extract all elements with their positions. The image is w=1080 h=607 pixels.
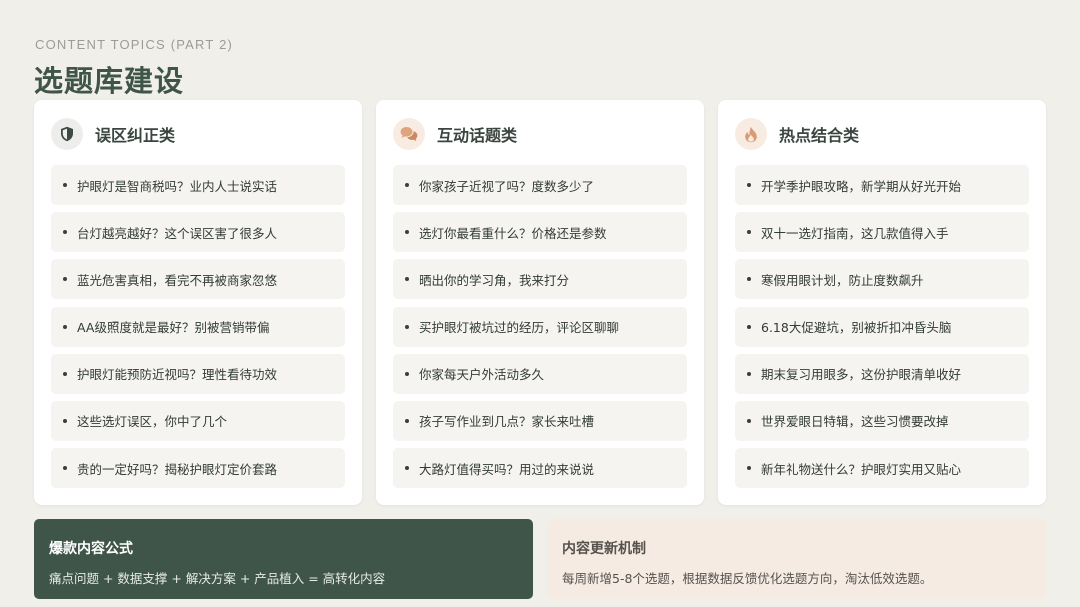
card-title: 误区纠正类 (95, 126, 176, 145)
bullet-icon (747, 324, 751, 329)
bullet-icon (405, 230, 409, 235)
list-item[interactable]: 买护眼灯被坑过的经历，评论区聊聊 (393, 306, 687, 347)
slide: CONTENT TOPICS (PART 2) 选题库建设 误区纠正类 护眼灯是… (0, 0, 1080, 607)
bullet-icon (747, 466, 751, 471)
formula-title: 爆款内容公式 (49, 541, 133, 557)
bullet-icon (747, 230, 751, 235)
bullet-icon (63, 418, 67, 423)
topic-card-interactive: 互动话题类 你家孩子近视了吗？度数多少了 选灯你最看重什么？价格还是参数 晒出你… (376, 100, 704, 505)
list-item[interactable]: 世界爱眼日特辑，这些习惯要改掉 (735, 400, 1029, 441)
list-item[interactable]: 寒假用眼计划，防止度数飙升 (735, 259, 1029, 300)
bullet-icon (405, 418, 409, 423)
bullet-icon (405, 183, 409, 187)
flame-icon (735, 118, 767, 150)
item-label: 双十一选灯指南，这几款值得入手 (761, 225, 949, 241)
shield-icon (51, 118, 83, 150)
bullet-icon (747, 371, 751, 376)
formula-panel: 爆款内容公式 痛点问题 + 数据支撑 + 解决方案 + 产品植入 = 高转化内容 (34, 519, 533, 599)
topic-list: 开学季护眼攻略，新学期从好光开始 双十一选灯指南，这几款值得入手 寒假用眼计划，… (735, 165, 1029, 495)
page-title: 选题库建设 (34, 64, 185, 98)
bullet-icon (747, 183, 751, 187)
card-header: 互动话题类 (393, 118, 517, 150)
item-label: AA级照度就是最好？别被营销带偏 (77, 320, 270, 336)
list-item[interactable]: 新年礼物送什么？护眼灯实用又贴心 (735, 448, 1029, 489)
item-label: 你家每天户外活动多久 (419, 367, 545, 383)
list-item[interactable]: 护眼灯能预防近视吗？理性看待功效 (51, 353, 345, 394)
card-title: 热点结合类 (779, 126, 860, 145)
bullet-icon (63, 230, 67, 235)
list-item[interactable]: 晒出你的学习角，我来打分 (393, 259, 687, 300)
update-text: 每周新增5-8个选题，根据数据反馈优化选题方向，淘汰低效选题。 (562, 571, 933, 586)
item-label: 大路灯值得买吗？用过的来说说 (419, 461, 595, 477)
page-subtitle: CONTENT TOPICS (PART 2) (35, 37, 234, 52)
bullet-icon (63, 371, 67, 376)
chat-bubbles-icon (393, 118, 425, 150)
list-item[interactable]: 台灯越亮越好？这个误区害了很多人 (51, 212, 345, 253)
list-item[interactable]: 双十一选灯指南，这几款值得入手 (735, 212, 1029, 253)
list-item[interactable]: 孩子写作业到几点？家长来吐槽 (393, 400, 687, 441)
bullet-icon (405, 324, 409, 329)
item-label: 期末复习用眼多，这份护眼清单收好 (761, 367, 962, 383)
item-label: 你家孩子近视了吗？度数多少了 (419, 178, 595, 194)
item-label: 蓝光危害真相，看完不再被商家忽悠 (77, 272, 278, 288)
item-label: 护眼灯能预防近视吗？理性看待功效 (77, 367, 278, 383)
list-item[interactable]: AA级照度就是最好？别被营销带偏 (51, 306, 345, 347)
item-label: 新年礼物送什么？护眼灯实用又贴心 (761, 461, 962, 477)
list-item[interactable]: 护眼灯是智商税吗？业内人士说实话 (51, 165, 345, 205)
bullet-icon (63, 466, 67, 471)
item-label: 孩子写作业到几点？家长来吐槽 (419, 414, 595, 430)
item-label: 贵的一定好吗？揭秘护眼灯定价套路 (77, 461, 278, 477)
list-item[interactable]: 你家每天户外活动多久 (393, 353, 687, 394)
formula-text: 痛点问题 + 数据支撑 + 解决方案 + 产品植入 = 高转化内容 (49, 571, 386, 586)
item-label: 世界爱眼日特辑，这些习惯要改掉 (761, 414, 949, 430)
bullet-icon (747, 277, 751, 282)
item-label: 开学季护眼攻略，新学期从好光开始 (761, 178, 962, 194)
bullet-icon (63, 183, 67, 187)
bullet-icon (405, 277, 409, 282)
list-item[interactable]: 蓝光危害真相，看完不再被商家忽悠 (51, 259, 345, 300)
list-item[interactable]: 期末复习用眼多，这份护眼清单收好 (735, 353, 1029, 394)
card-title: 互动话题类 (437, 126, 518, 145)
card-header: 误区纠正类 (51, 118, 175, 150)
bullet-icon (63, 324, 67, 329)
item-label: 6.18大促避坑，别被折扣冲昏头脑 (761, 320, 952, 336)
bullet-icon (747, 418, 751, 423)
topic-card-misconceptions: 误区纠正类 护眼灯是智商税吗？业内人士说实话 台灯越亮越好？这个误区害了很多人 … (34, 100, 362, 505)
bullet-icon (405, 466, 409, 471)
update-panel: 内容更新机制 每周新增5-8个选题，根据数据反馈优化选题方向，淘汰低效选题。 (547, 519, 1046, 599)
item-label: 选灯你最看重什么？价格还是参数 (419, 225, 607, 241)
bullet-icon (63, 277, 67, 282)
topic-list: 护眼灯是智商税吗？业内人士说实话 台灯越亮越好？这个误区害了很多人 蓝光危害真相… (51, 165, 345, 495)
list-item[interactable]: 这些选灯误区，你中了几个 (51, 400, 345, 441)
item-label: 这些选灯误区，你中了几个 (77, 414, 228, 430)
update-title: 内容更新机制 (562, 541, 646, 557)
item-label: 寒假用眼计划，防止度数飙升 (761, 272, 924, 288)
item-label: 台灯越亮越好？这个误区害了很多人 (77, 225, 278, 241)
list-item[interactable]: 贵的一定好吗？揭秘护眼灯定价套路 (51, 448, 345, 489)
list-item[interactable]: 你家孩子近视了吗？度数多少了 (393, 165, 687, 205)
list-item[interactable]: 开学季护眼攻略，新学期从好光开始 (735, 165, 1029, 205)
list-item[interactable]: 6.18大促避坑，别被折扣冲昏头脑 (735, 306, 1029, 347)
topic-list: 你家孩子近视了吗？度数多少了 选灯你最看重什么？价格还是参数 晒出你的学习角，我… (393, 165, 687, 495)
card-header: 热点结合类 (735, 118, 859, 150)
list-item[interactable]: 大路灯值得买吗？用过的来说说 (393, 448, 687, 489)
list-item[interactable]: 选灯你最看重什么？价格还是参数 (393, 212, 687, 253)
topic-card-trending: 热点结合类 开学季护眼攻略，新学期从好光开始 双十一选灯指南，这几款值得入手 寒… (718, 100, 1046, 505)
item-label: 晒出你的学习角，我来打分 (419, 272, 570, 288)
item-label: 护眼灯是智商税吗？业内人士说实话 (77, 178, 278, 194)
bullet-icon (405, 371, 409, 376)
item-label: 买护眼灯被坑过的经历，评论区聊聊 (419, 320, 620, 336)
